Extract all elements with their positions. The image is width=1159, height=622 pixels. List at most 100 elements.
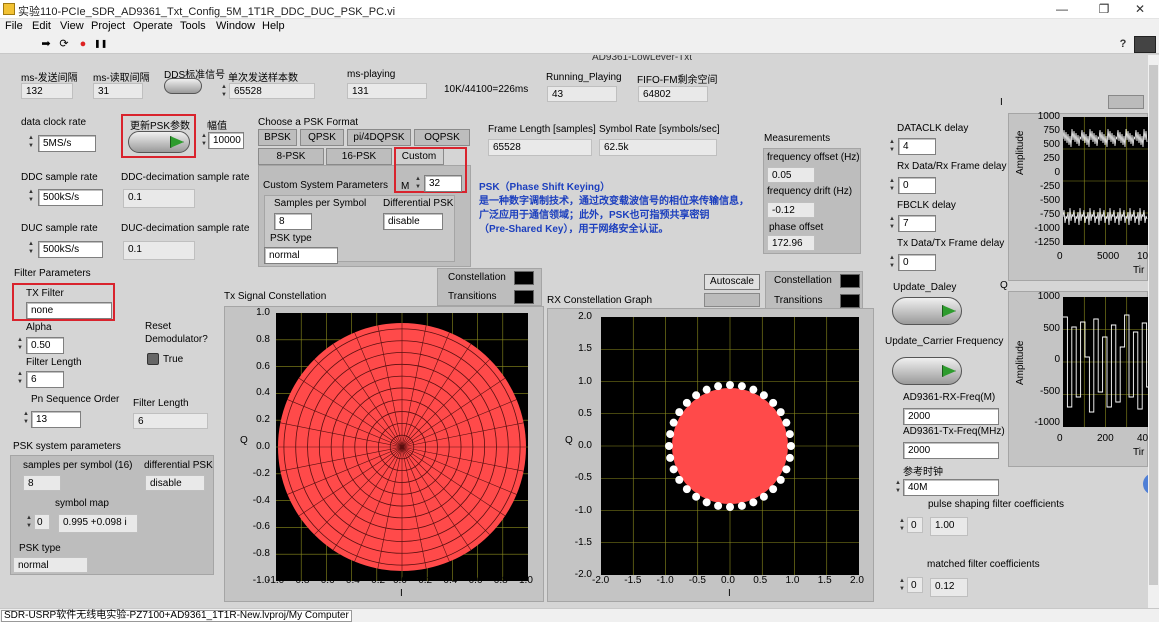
run-arrow-icon[interactable]: ➡: [40, 38, 52, 50]
dataclk-spinner[interactable]: ▲ ▼: [888, 138, 896, 155]
rx-freq-input[interactable]: 2000: [903, 408, 999, 425]
minimize-button[interactable]: —: [1044, 0, 1080, 19]
psk-type-select[interactable]: normal: [264, 247, 338, 264]
tick-label: 10000: [1137, 251, 1148, 262]
single-samples-indicator[interactable]: 65528: [229, 83, 315, 99]
alpha-spinner[interactable]: ▲ ▼: [16, 336, 24, 353]
rx-legend-constellation-swatch[interactable]: [840, 274, 860, 288]
tab-pi4dqpsk[interactable]: pi/4DQPSK: [347, 129, 411, 146]
tab-16psk[interactable]: 16-PSK: [326, 148, 392, 165]
amp-input[interactable]: 10000: [208, 132, 244, 149]
fifo-indicator: 64802: [638, 86, 708, 102]
matched-index[interactable]: 0: [907, 577, 923, 593]
data-clock-spinner[interactable]: ▲ ▼: [27, 134, 35, 151]
tab-qpsk[interactable]: QPSK: [300, 129, 344, 146]
update-carrier-button[interactable]: [892, 357, 962, 385]
tick-label: 0.0: [256, 441, 270, 452]
run-continuously-icon[interactable]: ⟳: [58, 38, 70, 50]
vertical-scrollbar[interactable]: [1148, 55, 1159, 608]
scrollbar-thumb[interactable]: [1149, 65, 1158, 585]
project-path[interactable]: SDR-USRP软件无线电实验-PZ7100+AD9361_1T1R-New.l…: [1, 610, 352, 622]
tx-legend-transitions-swatch[interactable]: [514, 290, 534, 304]
duc-rate-label: DUC sample rate: [21, 223, 98, 234]
help-icon[interactable]: ?: [1117, 38, 1129, 50]
tab-bpsk[interactable]: BPSK: [258, 129, 297, 146]
diff-select[interactable]: disable: [383, 213, 443, 230]
desc-line-3: 广泛应用于通信领域；此外，PSK也可指预共享密钥: [479, 210, 710, 221]
menu-view[interactable]: View: [60, 20, 84, 32]
freq-offset-indicator: 0.05: [767, 167, 815, 183]
symbol-map-index[interactable]: 0: [34, 514, 50, 530]
menu-operate[interactable]: Operate: [133, 20, 173, 32]
data-clock-select[interactable]: 5MS/s: [38, 135, 96, 152]
txframe-spinner[interactable]: ▲ ▼: [888, 254, 896, 271]
amp-spinner[interactable]: ▲ ▼: [200, 132, 208, 149]
i-graph-palette[interactable]: [1108, 95, 1144, 109]
symbol-map-spinner[interactable]: ▲ ▼: [25, 514, 33, 531]
dds-toggle[interactable]: [164, 78, 202, 94]
menu-window[interactable]: Window: [216, 20, 255, 32]
alpha-label: Alpha: [26, 322, 52, 333]
ddc-rate-spinner[interactable]: ▲ ▼: [27, 188, 35, 205]
menu-edit[interactable]: Edit: [32, 20, 51, 32]
graph-palette[interactable]: [704, 293, 760, 307]
pulse-spinner[interactable]: ▲ ▼: [898, 517, 906, 534]
m-input[interactable]: 32: [424, 175, 462, 192]
matched-spinner[interactable]: ▲ ▼: [898, 577, 906, 594]
abort-icon[interactable]: ●: [77, 38, 89, 50]
rx-legend-transitions-swatch[interactable]: [840, 294, 860, 308]
txframe-input[interactable]: 0: [898, 254, 936, 271]
tick-label: -250: [1039, 181, 1060, 192]
menu-project[interactable]: Project: [91, 20, 125, 32]
tx-freq-input[interactable]: 2000: [903, 442, 999, 459]
tx-legend-constellation-swatch[interactable]: [514, 271, 534, 285]
update-psk-button[interactable]: [128, 131, 190, 153]
sps-input[interactable]: 8: [274, 213, 312, 230]
rx-symbol-point: [749, 498, 758, 507]
q-plot-area[interactable]: [1063, 297, 1148, 427]
rx-plot-area[interactable]: [601, 317, 859, 575]
fbclk-spinner[interactable]: ▲ ▼: [888, 215, 896, 232]
tab-oqpsk[interactable]: OQPSK: [414, 129, 470, 146]
duc-rate-spinner[interactable]: ▲ ▼: [27, 240, 35, 257]
update-daley-button[interactable]: [892, 297, 962, 325]
ref-clk-spinner[interactable]: ▲ ▼: [894, 479, 902, 496]
ddc-rate-select[interactable]: 500kS/s: [38, 189, 103, 206]
tx-filter-select[interactable]: none: [26, 302, 112, 319]
tick-label: 1000: [1037, 291, 1060, 302]
i-plot-area[interactable]: [1062, 117, 1148, 245]
pulse-index[interactable]: 0: [907, 517, 923, 533]
ref-clk-select[interactable]: 40M: [903, 479, 999, 496]
tab-8psk[interactable]: 8-PSK: [258, 148, 324, 165]
pn-order-spinner[interactable]: ▲ ▼: [22, 410, 30, 427]
menu-tools[interactable]: Tools: [180, 20, 206, 32]
tx-plot-area[interactable]: [276, 313, 528, 581]
rx-symbol-point: [785, 453, 794, 462]
menu-help[interactable]: Help: [262, 20, 285, 32]
filter-len-input[interactable]: 6: [26, 371, 64, 388]
pn-order-input[interactable]: 13: [31, 411, 81, 428]
filter-len-spinner[interactable]: ▲ ▼: [16, 370, 24, 387]
autoscale-button[interactable]: Autoscale: [704, 274, 760, 290]
rxframe-spinner[interactable]: ▲ ▼: [888, 177, 896, 194]
maximize-button[interactable]: ❐: [1086, 0, 1122, 19]
sps-label: Samples per Symbol: [274, 198, 367, 209]
m-spinner[interactable]: ▲ ▼: [414, 175, 422, 192]
alpha-input[interactable]: 0.50: [26, 337, 64, 354]
close-button[interactable]: ✕: [1122, 0, 1158, 19]
pause-icon[interactable]: ❚❚: [94, 38, 107, 50]
rx-symbol-point: [787, 442, 795, 450]
menu-file[interactable]: File: [5, 20, 23, 32]
rxframe-input[interactable]: 0: [898, 177, 936, 194]
tick-label: 0.6: [468, 575, 483, 586]
dataclk-input[interactable]: 4: [898, 138, 936, 155]
tick-label: -0.8: [292, 575, 310, 586]
rx-symbol-point: [737, 382, 746, 391]
duc-rate-select[interactable]: 500kS/s: [38, 241, 103, 258]
rx-symbol-point: [682, 485, 691, 494]
rx-symbol-point: [776, 408, 785, 417]
single-samples-spinner[interactable]: ▲ ▼: [220, 83, 228, 100]
fbclk-input[interactable]: 7: [898, 215, 936, 232]
reset-demod-switch[interactable]: [147, 353, 159, 365]
tick-label: 0.5: [578, 407, 592, 419]
